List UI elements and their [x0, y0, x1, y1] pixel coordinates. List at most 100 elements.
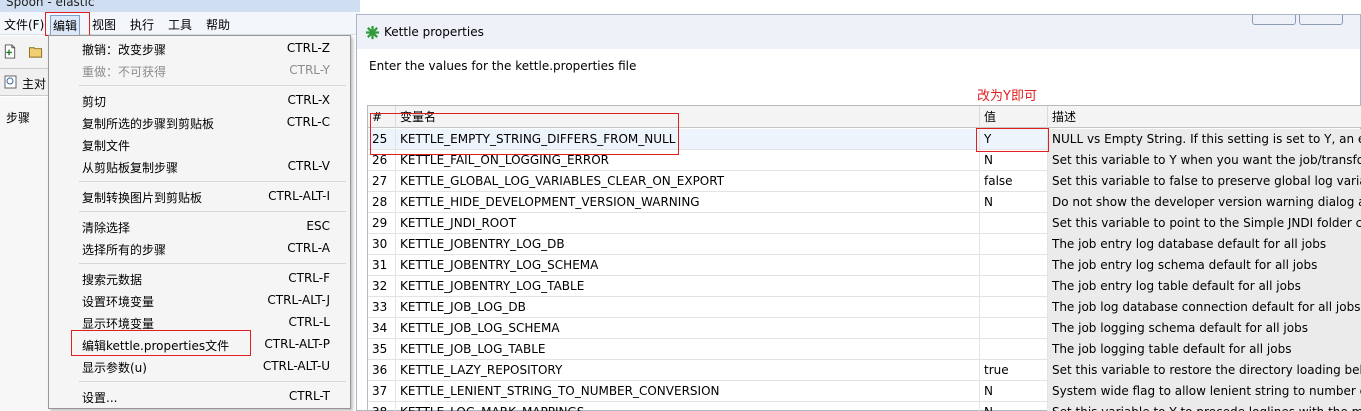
menu-file[interactable]: 文件(F): [2, 15, 46, 34]
menu-item[interactable]: 编辑kettle.properties文件 CTRL-ALT-P: [82, 334, 330, 354]
header-name[interactable]: 变量名: [396, 106, 980, 128]
main-tab-label[interactable]: 主对: [22, 75, 46, 92]
menu-item[interactable]: 选择所有的步骤 CTRL-A: [82, 238, 330, 258]
table-row[interactable]: 35 KETTLE_JOB_LOG_TABLE The job logging ta…: [368, 339, 1361, 360]
close-button[interactable]: [1299, 15, 1343, 25]
cell-desc[interactable]: Set this variable to Y when you want the…: [1048, 150, 1361, 171]
menu-item-label: 设置环境变量: [82, 295, 155, 309]
menu-item-label: 复制转换图片到剪贴板: [82, 191, 203, 205]
cell-name[interactable]: KETTLE_JNDI_ROOT: [396, 213, 980, 234]
cell-name[interactable]: KETTLE_GLOBAL_LOG_VARIABLES_CLEAR_ON_EXP…: [396, 171, 980, 192]
kettle-logo-icon: [365, 25, 380, 40]
minimize-button[interactable]: [1252, 15, 1296, 25]
menu-item-shortcut: CTRL-T: [288, 389, 330, 403]
menu-item[interactable]: 撤销：改变步骤 CTRL-Z: [82, 38, 330, 58]
menu-item[interactable]: 清除选择 ESC: [82, 216, 330, 236]
menu-help[interactable]: 帮助: [204, 15, 232, 34]
spoon-title-bar: Spoon - elastic: [0, 0, 360, 12]
cell-value[interactable]: [980, 213, 1048, 234]
edit-menu-dropdown: 撤销：改变步骤 CTRL-Z 重做：不可获得 CTRL-Y 剪切 CTRL-X 复制所选的步…: [48, 35, 351, 409]
cell-value[interactable]: [980, 318, 1048, 339]
table-row[interactable]: 31 KETTLE_JOBENTRY_LOG_SCHEMA The job entr…: [368, 255, 1361, 276]
cell-name[interactable]: KETTLE_FAIL_ON_LOGGING_ERROR: [396, 150, 980, 171]
menu-item-label: 剪切: [82, 95, 107, 109]
cell-value[interactable]: N: [980, 150, 1048, 171]
cell-name[interactable]: KETTLE_JOB_LOG_SCHEMA: [396, 318, 980, 339]
cell-num: 30: [368, 234, 396, 255]
open-folder-icon[interactable]: [28, 44, 44, 59]
menu-item[interactable]: 重做：不可获得 CTRL-Y: [82, 60, 330, 80]
header-num[interactable]: #: [368, 106, 396, 128]
table-row[interactable]: 25 KETTLE_EMPTY_STRING_DIFFERS_FROM_NULL Y…: [368, 129, 1361, 150]
table-row[interactable]: 33 KETTLE_JOB_LOG_DB The job log database …: [368, 297, 1361, 318]
cell-value[interactable]: true: [980, 360, 1048, 381]
table-row[interactable]: 30 KETTLE_JOBENTRY_LOG_DB The job entry lo…: [368, 234, 1361, 255]
menu-item[interactable]: 复制文件: [82, 134, 330, 154]
cell-name[interactable]: KETTLE_JOBENTRY_LOG_TABLE: [396, 276, 980, 297]
cell-name[interactable]: KETTLE_JOB_LOG_TABLE: [396, 339, 980, 360]
cell-value[interactable]: N: [980, 402, 1048, 411]
menu-edit[interactable]: 编辑: [50, 15, 81, 36]
table-row[interactable]: 36 KETTLE_LAZY_REPOSITORY true Set this var…: [368, 360, 1361, 381]
cell-name[interactable]: KETTLE_JOB_LOG_DB: [396, 297, 980, 318]
table-row[interactable]: 27 KETTLE_GLOBAL_LOG_VARIABLES_CLEAR_ON_E…: [368, 171, 1361, 192]
menu-run[interactable]: 执行: [128, 15, 156, 34]
table-row[interactable]: 34 KETTLE_JOB_LOG_SCHEMA The job logging s…: [368, 318, 1361, 339]
cell-desc[interactable]: The job logging table default for all jo…: [1048, 339, 1361, 360]
menu-item[interactable]: 复制转换图片到剪贴板 CTRL-ALT-I: [82, 186, 330, 206]
table-row[interactable]: 32 KETTLE_JOBENTRY_LOG_TABLE The job entry…: [368, 276, 1361, 297]
table-row[interactable]: 26 KETTLE_FAIL_ON_LOGGING_ERROR N Set this …: [368, 150, 1361, 171]
cell-value[interactable]: [980, 234, 1048, 255]
menu-view[interactable]: 视图: [90, 15, 118, 34]
cell-num: 33: [368, 297, 396, 318]
menu-item[interactable]: 复制所选的步骤到剪贴板 CTRL-C: [82, 112, 330, 132]
cell-desc[interactable]: The job log database connection default …: [1048, 297, 1361, 318]
cell-desc[interactable]: Set this variable to restore the directo…: [1048, 360, 1361, 381]
cell-value[interactable]: [980, 255, 1048, 276]
menu-item[interactable]: 搜索元数据 CTRL-F: [82, 268, 330, 288]
header-value[interactable]: 值: [980, 106, 1048, 128]
cell-name[interactable]: KETTLE_HIDE_DEVELOPMENT_VERSION_WARNING: [396, 192, 980, 213]
cell-value[interactable]: [980, 276, 1048, 297]
menu-item[interactable]: 剪切 CTRL-X: [82, 90, 330, 110]
cell-desc[interactable]: The job entry log table default for all …: [1048, 276, 1361, 297]
cell-desc[interactable]: Do not show the developer version warnin…: [1048, 192, 1361, 213]
cell-value[interactable]: Y: [980, 129, 1048, 150]
cell-desc[interactable]: NULL vs Empty String. If this setting is…: [1048, 129, 1361, 150]
table-row[interactable]: 29 KETTLE_JNDI_ROOT Set this variable to p…: [368, 213, 1361, 234]
cell-desc[interactable]: The job entry log database default for a…: [1048, 234, 1361, 255]
cell-name[interactable]: KETTLE_LAZY_REPOSITORY: [396, 360, 980, 381]
menu-item-label: 撤销：改变步骤: [82, 43, 167, 57]
cell-value[interactable]: [980, 297, 1048, 318]
menu-item[interactable]: 从剪贴板复制步骤 CTRL-V: [82, 156, 330, 176]
menu-item[interactable]: 设置... CTRL-T: [82, 386, 330, 406]
cell-desc[interactable]: Set this variable to false to preserve g…: [1048, 171, 1361, 192]
cell-desc[interactable]: The job logging schema default for all j…: [1048, 318, 1361, 339]
cell-desc[interactable]: Set this variable to point to the Simple…: [1048, 213, 1361, 234]
table-row[interactable]: 28 KETTLE_HIDE_DEVELOPMENT_VERSION_WARNIN…: [368, 192, 1361, 213]
annotation-note: 改为Y即可: [977, 89, 1037, 104]
tab-icon: [4, 75, 17, 89]
header-desc[interactable]: 描述: [1048, 106, 1361, 128]
cell-value[interactable]: [980, 339, 1048, 360]
menu-item[interactable]: 显示参数(u) CTRL-ALT-U: [82, 356, 330, 376]
cell-value[interactable]: false: [980, 171, 1048, 192]
menu-tools[interactable]: 工具: [166, 15, 194, 34]
cell-desc[interactable]: System wide flag to allow lenient string…: [1048, 381, 1361, 402]
table-row[interactable]: 38KETTLE_LOG_MARK_MAPPINGSNSet this vari…: [368, 402, 1361, 411]
menu-item[interactable]: 设置环境变量 CTRL-ALT-J: [82, 290, 330, 310]
new-file-icon[interactable]: [2, 44, 18, 59]
steps-tab[interactable]: 步骤: [6, 109, 30, 126]
cell-desc[interactable]: Set this variable to Y to precede loglin…: [1048, 402, 1361, 411]
cell-name[interactable]: KETTLE_JOBENTRY_LOG_SCHEMA: [396, 255, 980, 276]
table-row[interactable]: 37 KETTLE_LENIENT_STRING_TO_NUMBER_CONVER…: [368, 381, 1361, 402]
cell-name[interactable]: KETTLE_LENIENT_STRING_TO_NUMBER_CONVERSI…: [396, 381, 980, 402]
cell-desc[interactable]: The job entry log schema default for all…: [1048, 255, 1361, 276]
cell-value[interactable]: N: [980, 192, 1048, 213]
cell-name[interactable]: KETTLE_EMPTY_STRING_DIFFERS_FROM_NULL: [396, 129, 980, 150]
cell-name[interactable]: KETTLE_LOG_MARK_MAPPINGS: [396, 402, 980, 411]
cell-name[interactable]: KETTLE_JOBENTRY_LOG_DB: [396, 234, 980, 255]
kettle-properties-dialog: Kettle properties Enter the values for t…: [356, 14, 1361, 411]
cell-value[interactable]: N: [980, 381, 1048, 402]
menu-item[interactable]: 显示环境变量 CTRL-L: [82, 312, 330, 332]
